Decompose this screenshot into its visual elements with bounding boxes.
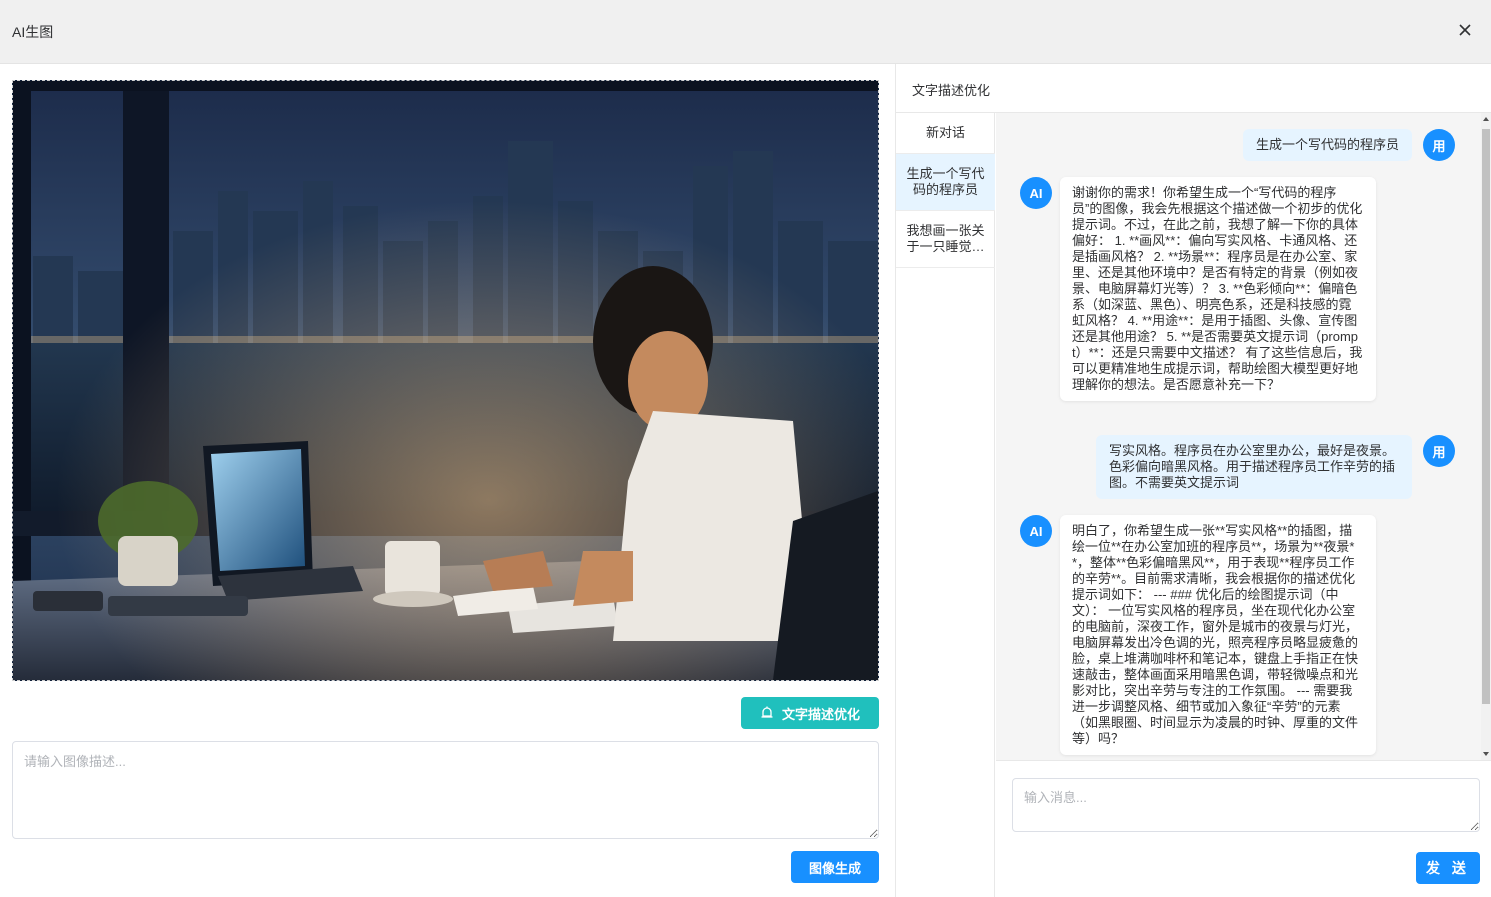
optimize-panel: 文字描述优化 新对话 生成一个写代码的程序员 我想画一张关于一只睡觉的猫 生成一… [896, 64, 1491, 897]
scroll-up-icon[interactable] [1483, 117, 1489, 121]
ai-avatar: AI [1020, 515, 1052, 547]
chat-message-input[interactable] [1012, 778, 1480, 832]
bell-icon [761, 706, 773, 718]
conversation-list: 新对话 生成一个写代码的程序员 我想画一张关于一只睡觉的猫 [896, 113, 995, 897]
scroll-down-icon[interactable] [1483, 752, 1489, 756]
user-message-bubble: 生成一个写代码的程序员 [1242, 129, 1412, 161]
ai-message-bubble: 谢谢你的需求！你希望生成一个“写代码的程序员”的图像，我会先根据这个描述做一个初… [1060, 177, 1376, 401]
conversation-label: 生成一个写代码的程序员 [906, 166, 985, 197]
dialog-title: AI生图 [12, 24, 54, 40]
chat-messages[interactable]: 生成一个写代码的程序员 用 AI 谢谢你的需求！你希望生成一个“写代码的程序员”… [996, 113, 1491, 760]
message-text: 谢谢你的需求！你希望生成一个“写代码的程序员”的图像，我会先根据这个描述做一个初… [1072, 185, 1363, 392]
image-panel: 文字描述优化 图像生成 [0, 64, 895, 897]
send-button-label: 发 送 [1426, 860, 1470, 876]
optimize-button-label: 文字描述优化 [781, 706, 860, 722]
close-icon[interactable] [1457, 22, 1473, 38]
optimize-panel-title: 文字描述优化 [912, 83, 991, 98]
user-message-bubble: 写实风格。程序员在办公室里办公，最好是夜景。色彩偏向暗黑风格。用于描述程序员工作… [1096, 435, 1412, 499]
message-text: 写实风格。程序员在办公室里办公，最好是夜景。色彩偏向暗黑风格。用于描述程序员工作… [1109, 443, 1396, 490]
generate-button-label: 图像生成 [808, 860, 861, 876]
conversation-label: 我想画一张关于一只睡觉的猫 [906, 223, 985, 254]
chat-input-area: 发 送 [996, 760, 1491, 897]
new-conversation-item[interactable]: 新对话 [896, 113, 995, 154]
message-text: 明白了，你希望生成一张**写实风格**的插图，描绘一位**在办公室加班的程序员*… [1072, 523, 1359, 746]
conversation-item[interactable]: 生成一个写代码的程序员 [896, 154, 995, 211]
ai-message-bubble: 明白了，你希望生成一张**写实风格**的插图，描绘一位**在办公室加班的程序员*… [1060, 515, 1376, 755]
optimize-description-button[interactable]: 文字描述优化 [741, 697, 879, 729]
user-avatar: 用 [1423, 129, 1455, 161]
send-button[interactable]: 发 送 [1416, 852, 1480, 884]
image-prompt-input[interactable] [12, 741, 879, 839]
ai-avatar: AI [1020, 177, 1052, 209]
generated-image [12, 80, 879, 681]
generate-image-button[interactable]: 图像生成 [791, 851, 879, 883]
message-text: 生成一个写代码的程序员 [1255, 137, 1399, 152]
chat-scrollbar[interactable] [1481, 113, 1491, 760]
conversation-item[interactable]: 我想画一张关于一只睡觉的猫 [896, 211, 995, 268]
conversation-label: 新对话 [925, 125, 965, 140]
user-avatar: 用 [1423, 435, 1455, 467]
dialog-header: AI生图 [0, 0, 1491, 64]
scrollbar-thumb[interactable] [1482, 129, 1490, 704]
